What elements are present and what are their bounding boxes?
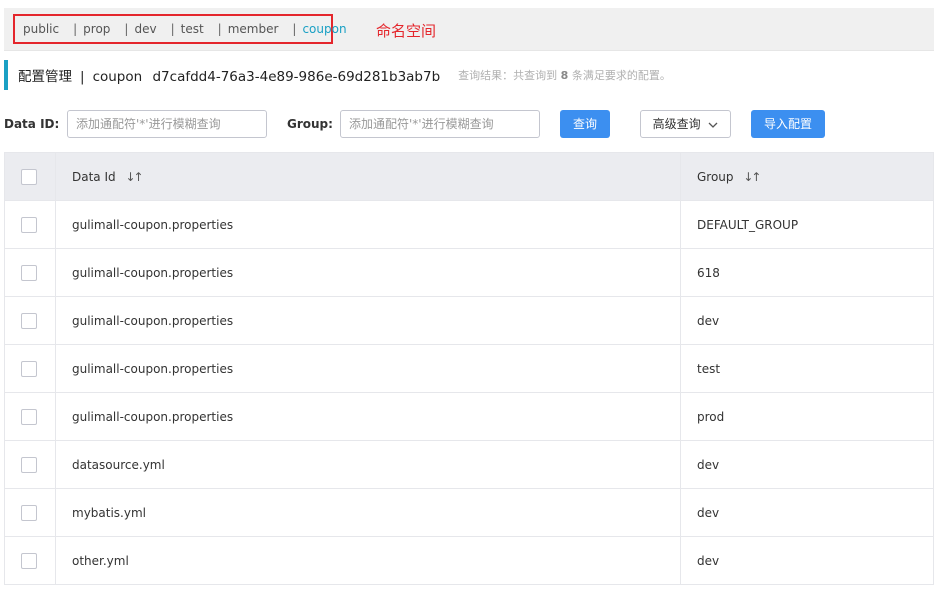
sort-icon[interactable]: ↓↑: [125, 170, 143, 184]
group-input[interactable]: [340, 110, 540, 138]
chevron-down-icon: [708, 112, 718, 138]
search-bar: Data ID: Group: 查询 高级查询 导入配置: [4, 110, 924, 138]
row-checkbox[interactable]: [21, 312, 37, 329]
title-accent-bar: [4, 60, 8, 90]
query-button[interactable]: 查询: [560, 110, 610, 138]
namespace-tab-public[interactable]: public: [23, 22, 59, 36]
select-all-checkbox[interactable]: [21, 168, 37, 185]
namespace-annotation: 命名空间: [376, 22, 437, 40]
section-title: 配置管理: [18, 69, 72, 85]
table-row: gulimall-coupon.properties test: [4, 344, 934, 393]
row-checkbox[interactable]: [21, 264, 37, 281]
group-cell: prod: [680, 392, 934, 441]
result-count: 8: [560, 69, 569, 82]
namespace-id: d7cafdd4-76a3-4e89-986e-69d281b3ab7b: [152, 69, 441, 85]
select-all-cell: [4, 152, 56, 201]
data-id-cell: gulimall-coupon.properties: [55, 248, 681, 297]
config-table: Data Id ↓↑ Group ↓↑ gulimall-coupon.prop…: [4, 152, 934, 585]
import-config-button[interactable]: 导入配置: [751, 110, 825, 138]
group-cell: dev: [680, 440, 934, 489]
table-row: gulimall-coupon.properties dev: [4, 296, 934, 345]
group-cell: test: [680, 344, 934, 393]
advanced-query-dropdown[interactable]: 高级查询: [640, 110, 731, 138]
row-checkbox[interactable]: [21, 552, 37, 569]
row-checkbox[interactable]: [21, 504, 37, 521]
group-cell: dev: [680, 488, 934, 537]
group-cell: dev: [680, 536, 934, 585]
group-header[interactable]: Group ↓↑: [680, 152, 934, 201]
table-row: gulimall-coupon.properties prod: [4, 392, 934, 441]
group-cell: dev: [680, 296, 934, 345]
group-cell: DEFAULT_GROUP: [680, 200, 934, 249]
namespace-bar: public | prop | dev | test | member | coupon …: [4, 8, 934, 51]
table-row: gulimall-coupon.properties DEFAULT_GROUP: [4, 200, 934, 249]
data-id-cell: gulimall-coupon.properties: [55, 296, 681, 345]
sort-icon[interactable]: ↓↑: [743, 170, 761, 184]
namespace-tab-member[interactable]: | member: [218, 22, 279, 36]
row-checkbox[interactable]: [21, 408, 37, 425]
namespace-name: coupon: [92, 69, 143, 85]
table-row: mybatis.yml dev: [4, 488, 934, 537]
table-row: other.yml dev: [4, 536, 934, 585]
data-id-label: Data ID:: [4, 117, 60, 131]
row-checkbox[interactable]: [21, 216, 37, 233]
namespace-tab-test[interactable]: | test: [171, 22, 204, 36]
table-header-row: Data Id ↓↑ Group ↓↑: [4, 152, 934, 201]
data-id-cell: gulimall-coupon.properties: [55, 200, 681, 249]
page-title: 配置管理 | coupon d7cafdd4-76a3-4e89-986e-69d2…: [18, 69, 441, 85]
table-row: gulimall-coupon.properties 618: [4, 248, 934, 297]
data-id-cell: datasource.yml: [55, 440, 681, 489]
data-id-cell: other.yml: [55, 536, 681, 585]
group-cell: 618: [680, 248, 934, 297]
namespace-tab-dev[interactable]: | dev: [124, 22, 156, 36]
data-id-cell: mybatis.yml: [55, 488, 681, 537]
data-id-header[interactable]: Data Id ↓↑: [55, 152, 681, 201]
query-result-summary: 查询结果：共查询到 8 条满足要求的配置。: [458, 69, 671, 82]
namespace-list: public | prop | dev | test | member | coupon: [13, 14, 347, 44]
row-checkbox[interactable]: [21, 456, 37, 473]
page-title-row: 配置管理 | coupon d7cafdd4-76a3-4e89-986e-69d2…: [4, 60, 904, 90]
group-label: Group:: [287, 117, 333, 131]
row-checkbox[interactable]: [21, 360, 37, 377]
namespace-tab-prop[interactable]: | prop: [73, 22, 110, 36]
table-row: datasource.yml dev: [4, 440, 934, 489]
data-id-cell: gulimall-coupon.properties: [55, 392, 681, 441]
namespace-tab-coupon[interactable]: | coupon: [292, 22, 346, 36]
data-id-cell: gulimall-coupon.properties: [55, 344, 681, 393]
data-id-input[interactable]: [67, 110, 267, 138]
